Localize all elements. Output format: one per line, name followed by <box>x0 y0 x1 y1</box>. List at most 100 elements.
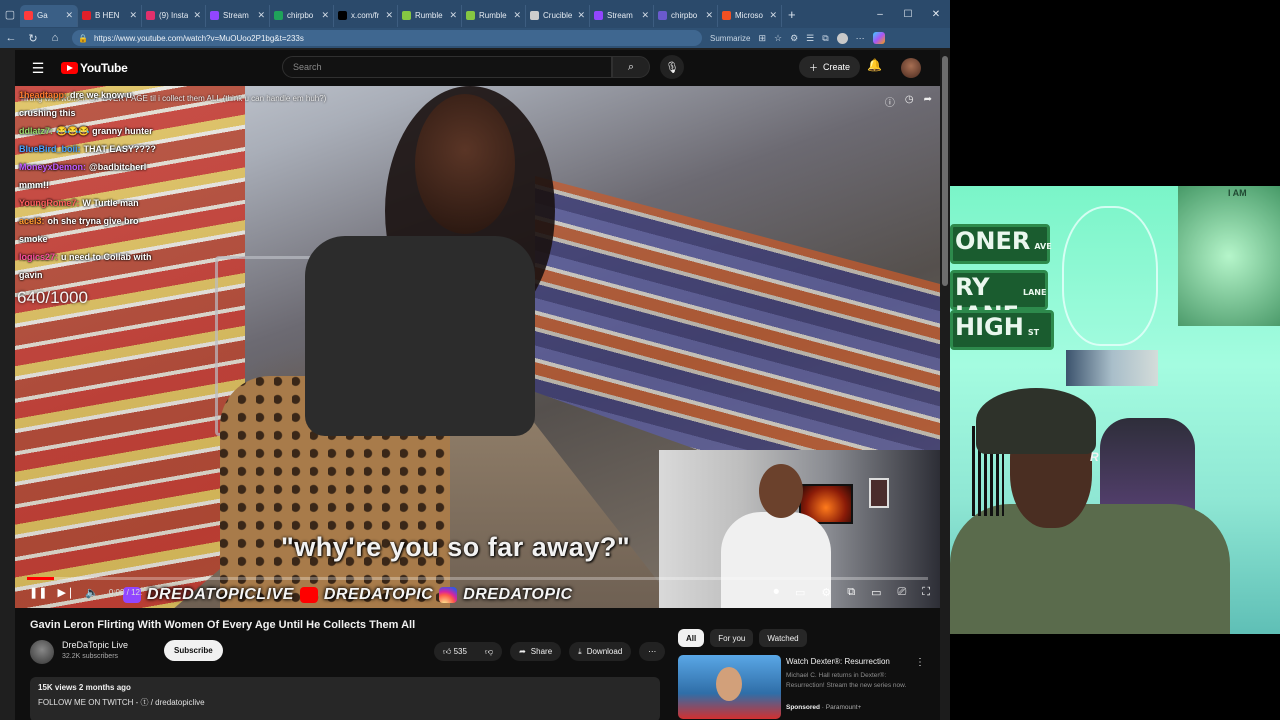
split-screen-icon[interactable]: ⊞ <box>758 33 766 44</box>
progress-bar[interactable] <box>27 577 928 580</box>
autoplay-toggle-icon[interactable]: ⏺ <box>773 586 779 599</box>
browser-tab[interactable]: chirpbo ✕ <box>270 4 334 27</box>
channel-name[interactable]: DreDaTopic Live <box>62 640 128 650</box>
video-actions: 👍︎ 535 👎︎ ➦ Share ⤓ Download ⋯ <box>434 642 666 661</box>
close-tab-icon[interactable]: ✕ <box>641 10 649 21</box>
back-button[interactable]: ← <box>0 32 22 44</box>
channel-avatar[interactable] <box>30 640 54 664</box>
maximize-button[interactable]: ☐ <box>894 9 922 20</box>
chat-text: crushing this <box>19 108 76 118</box>
close-tab-icon[interactable]: ✕ <box>321 10 329 21</box>
collections-icon[interactable]: ⧉ <box>822 33 828 44</box>
home-button[interactable]: ⌂ <box>44 32 66 44</box>
copilot-icon[interactable] <box>872 32 885 44</box>
browser-tab[interactable]: Crucible ✕ <box>526 4 590 27</box>
close-tab-icon[interactable]: ✕ <box>577 10 585 21</box>
video-player[interactable]: flirting with women OF EVERY AGE til i c… <box>15 86 940 608</box>
extensions-icon[interactable]: ⚙ <box>790 33 798 44</box>
browser-tab[interactable]: Ga ✕ <box>20 4 78 27</box>
settings-icon[interactable]: ⚙ <box>821 586 831 599</box>
mic-icon[interactable]: 🎙 <box>660 55 684 79</box>
watch-later-icon[interactable]: ◷ <box>905 94 914 109</box>
share-arrow-icon[interactable]: ➦ <box>924 94 932 109</box>
subtitles-icon[interactable]: ▭ <box>795 586 805 599</box>
more-menu-icon[interactable]: ⋯ <box>856 33 865 44</box>
ad-title[interactable]: Watch Dexter®: Resurrection <box>786 657 916 666</box>
close-tab-icon[interactable]: ✕ <box>769 10 777 21</box>
menu-icon[interactable]: ☰ <box>15 60 61 77</box>
fullscreen-icon[interactable]: ⛶ <box>922 586 930 599</box>
chat-message: mmm!! <box>19 176 224 194</box>
miniplayer-icon[interactable]: ⧉ <box>847 586 855 599</box>
close-tab-icon[interactable]: ✕ <box>449 10 457 21</box>
close-tab-icon[interactable]: ✕ <box>513 10 521 21</box>
close-tab-icon[interactable]: ✕ <box>129 10 137 21</box>
summarize-button[interactable]: Summarize <box>710 34 750 43</box>
sign1-suffix: AVE <box>1034 242 1052 251</box>
view-count-date: 15K views 2 months ago <box>38 683 131 692</box>
screen: ▢ Ga ✕ B HEN ✕ (9) Insta ✕ Stream ✕ chirpbo ✕ x.co… <box>0 0 1280 720</box>
chip-watched[interactable]: Watched <box>759 629 807 647</box>
ad-more-icon[interactable]: ⋮ <box>915 657 925 668</box>
close-tab-icon[interactable]: ✕ <box>65 10 73 21</box>
more-actions-button[interactable]: ⋯ <box>639 642 666 661</box>
related-chips: All For you Watched <box>678 629 807 647</box>
close-tab-icon[interactable]: ✕ <box>385 10 393 21</box>
sign3-text: HIGH <box>955 313 1024 341</box>
scrollbar-thumb[interactable] <box>942 56 948 286</box>
url-field[interactable]: 🔒 https://www.youtube.com/watch?v=MuOUoo… <box>72 30 702 46</box>
theater-mode-icon[interactable]: ▭ <box>871 586 881 599</box>
info-icon[interactable]: ⓘ <box>885 94 895 109</box>
search-icon[interactable]: ⌕ <box>612 56 650 78</box>
sponsored-card[interactable]: Watch Dexter®: Resurrection Michael C. H… <box>678 655 930 720</box>
close-tab-icon[interactable]: ✕ <box>705 10 713 21</box>
close-tab-icon[interactable]: ✕ <box>257 10 265 21</box>
thumbs-down-icon[interactable]: 👎︎ <box>485 647 493 657</box>
video-top-icons: ⓘ ◷ ➦ <box>885 94 932 109</box>
chat-message: crushing this <box>19 104 224 122</box>
youtube-logo[interactable]: YouTube <box>61 61 128 75</box>
pause-icon[interactable]: ❚❚ <box>29 586 47 599</box>
player-controls: ❚❚ ▶❘ 🔈 0:00 / 12: ⏺ ▭ ⚙ ⧉ ▭ ⎚ ⛶ <box>15 574 940 608</box>
tab-title: Microso <box>735 11 764 20</box>
new-tab-button[interactable]: + <box>782 7 802 22</box>
browser-tab[interactable]: (9) Insta ✕ <box>142 4 206 27</box>
ad-thumbnail[interactable] <box>678 655 781 719</box>
tab-title: chirpbo <box>287 11 314 20</box>
browser-tab[interactable]: Microso ✕ <box>718 4 782 27</box>
cast-icon[interactable]: ⎚ <box>897 586 906 599</box>
account-avatar[interactable] <box>901 58 921 78</box>
browser-tab[interactable]: Stream ✕ <box>590 4 654 27</box>
subscribe-button[interactable]: Subscribe <box>164 640 223 661</box>
browser-tab[interactable]: B HEN ✕ <box>78 4 142 27</box>
share-button[interactable]: ➦ Share <box>510 642 562 661</box>
volume-icon[interactable]: 🔈 <box>85 586 99 599</box>
sponsored-text: Sponsored <box>786 704 820 711</box>
browser-tab[interactable]: Rumble ✕ <box>398 4 462 27</box>
tab-title: Rumble <box>415 11 443 20</box>
profile-avatar[interactable] <box>836 32 848 44</box>
page-scrollbar[interactable] <box>940 50 950 720</box>
browser-tab[interactable]: Stream ✕ <box>206 4 270 27</box>
ad-thumbnail-face <box>716 667 742 701</box>
download-button[interactable]: ⤓ Download <box>569 642 632 661</box>
close-tab-icon[interactable]: ✕ <box>193 10 201 21</box>
search-input[interactable]: Search <box>282 56 612 78</box>
browser-tab[interactable]: chirpbo ✕ <box>654 4 718 27</box>
favorite-star-icon[interactable]: ☆ <box>774 33 782 44</box>
minimize-button[interactable]: – <box>866 9 894 20</box>
bell-icon[interactable]: 🔔 <box>867 58 882 72</box>
like-button[interactable]: 👍︎ 535 <box>443 647 467 657</box>
tab-favicon-icon <box>466 11 475 20</box>
next-icon[interactable]: ▶❘ <box>57 586 75 599</box>
window-menu-icon[interactable]: ▢ <box>0 0 20 28</box>
close-window-button[interactable]: ✕ <box>922 9 950 20</box>
chip-all[interactable]: All <box>678 629 705 647</box>
reload-button[interactable]: ↻ <box>22 32 44 45</box>
browser-tab[interactable]: Rumble ✕ <box>462 4 526 27</box>
description-box[interactable]: 15K views 2 months ago FOLLOW ME ON TWIT… <box>30 677 660 720</box>
favorites-icon[interactable]: ☰ <box>806 33 814 44</box>
chip-for-you[interactable]: For you <box>710 629 754 647</box>
browser-tab[interactable]: x.com/fr ✕ <box>334 4 398 27</box>
create-button[interactable]: ＋ Create <box>799 56 861 78</box>
